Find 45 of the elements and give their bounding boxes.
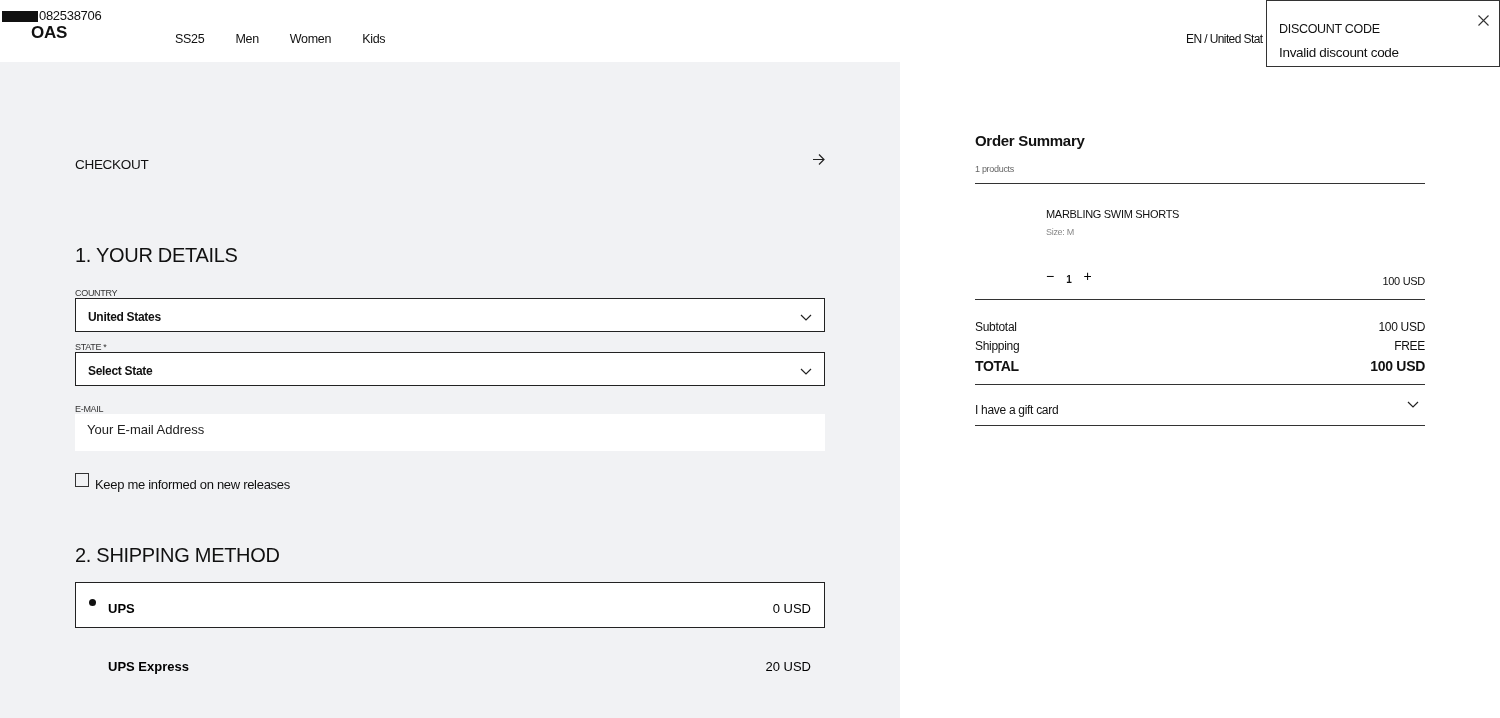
nav-link[interactable]: Women [289, 30, 332, 49]
gift-card-toggle[interactable]: I have a gift card [975, 384, 1425, 426]
nav-link[interactable]: SS25 [175, 30, 205, 49]
close-button[interactable] [1478, 15, 1489, 26]
select-field[interactable]: United States [75, 298, 825, 332]
toast-message: Invalid discount code [1279, 43, 1400, 62]
summary-label: Subtotal [975, 319, 1017, 336]
product-count: 1 products [975, 162, 1425, 184]
product-price: 100 USD [1382, 273, 1425, 289]
product-name: MARBLING SWIM SHORTS [1046, 207, 1180, 222]
logo[interactable]: OAS [31, 20, 67, 46]
locale-selector[interactable]: EN / United Stat [1186, 30, 1263, 48]
field-label: STATE * [75, 342, 108, 352]
arrow-icon [813, 153, 825, 165]
chevron-down-icon [800, 313, 812, 321]
checkbox[interactable] [75, 473, 89, 487]
total-label: TOTAL [975, 357, 1019, 376]
field-label: E-MAIL [75, 404, 105, 414]
nav-link[interactable]: Kids [362, 30, 386, 49]
quantity: 1 [1066, 273, 1072, 287]
input-field[interactable]: Your E-mail Address [75, 414, 825, 451]
select-field[interactable]: Select State [75, 352, 825, 386]
shipping-option[interactable]: UPS 0 USD [75, 582, 825, 628]
decrease-button[interactable]: − [1046, 268, 1055, 283]
checkout-title: CHECKOUT [75, 155, 149, 174]
radio-dot [89, 598, 96, 606]
scribble-mark [2, 11, 38, 23]
field-label: COUNTRY [75, 288, 119, 298]
chevron-down-icon [800, 367, 812, 375]
summary-title: Order Summary [975, 131, 1086, 151]
nav-link[interactable]: Men [235, 30, 259, 49]
summary-label: Shipping [975, 338, 1020, 355]
summary-value: 100 USD [1378, 319, 1425, 336]
chevron-down-icon [1407, 401, 1419, 408]
checkbox-label: Keep me informed on new releases [95, 475, 290, 494]
total-value: 100 USD [1370, 357, 1425, 376]
increase-button[interactable]: + [1083, 268, 1092, 283]
close-icon [1478, 15, 1489, 26]
toast-title: DISCOUNT CODE [1279, 21, 1380, 38]
shipping-option[interactable]: UPS Express 20 USD [75, 640, 825, 686]
product-size: Size: M [1046, 225, 1075, 239]
section-heading: 1. YOUR DETAILS [75, 243, 239, 268]
section-heading: 2. SHIPPING METHOD [75, 543, 281, 568]
summary-value: FREE [1394, 338, 1425, 355]
phone-number: 082538706 [39, 8, 102, 23]
